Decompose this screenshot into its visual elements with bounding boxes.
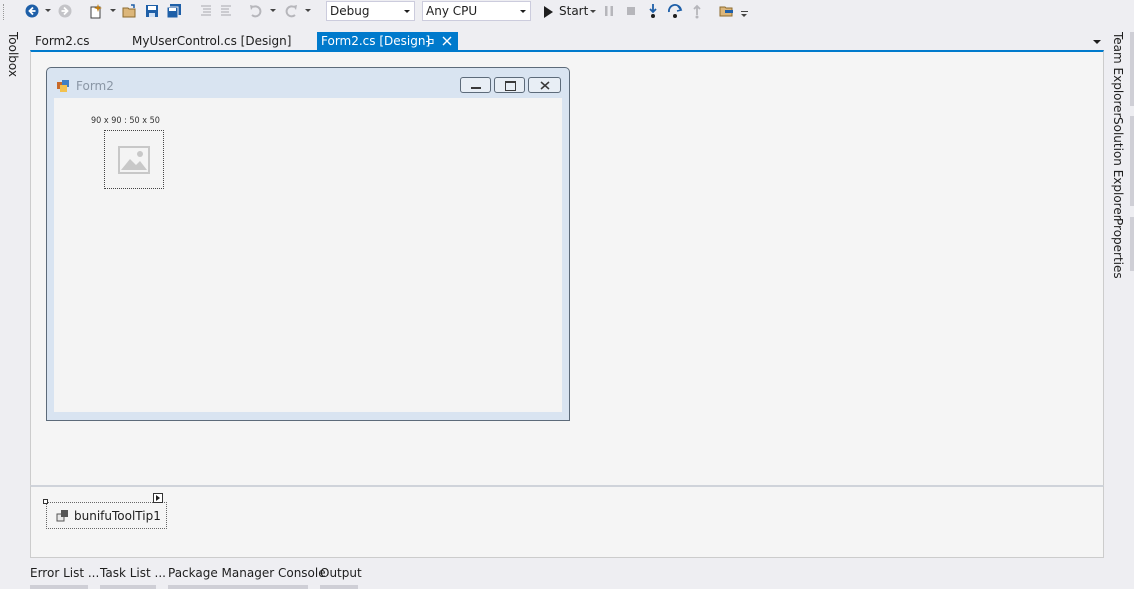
new-project-icon[interactable] — [88, 3, 104, 19]
right-tool-strip: Team Explorer Solution Explorer Properti… — [1106, 28, 1134, 589]
pause-icon[interactable] — [601, 3, 617, 19]
component-tray — [30, 485, 1104, 558]
tab-myusercontrol-design[interactable]: MyUserControl.cs [Design] — [128, 32, 295, 50]
maximize-icon — [505, 81, 516, 91]
image-placeholder-icon — [118, 146, 150, 174]
new-project-dropdown-icon[interactable] — [110, 9, 116, 12]
tab-indicator — [100, 585, 156, 589]
toolbar-overflow-icon[interactable] — [741, 11, 748, 12]
component-name: bunifuToolTip1 — [74, 509, 161, 523]
bunifu-tooltip-component[interactable]: bunifuToolTip1 — [46, 502, 167, 529]
error-list-tab[interactable]: Error List ... — [30, 566, 99, 580]
form-maximize-button[interactable] — [494, 77, 525, 93]
toolbar-grip — [3, 4, 7, 20]
toolbox-tab[interactable]: Toolbox — [6, 32, 20, 77]
tab-label: Form2.cs [Design] — [321, 34, 431, 48]
step-out-icon[interactable] — [689, 3, 705, 19]
find-in-files-icon[interactable] — [719, 3, 735, 19]
component-icon — [56, 510, 68, 522]
navigate-back-dropdown-icon[interactable] — [45, 9, 51, 12]
solution-explorer-tab[interactable]: Solution Explorer — [1111, 117, 1125, 220]
toolbar-overflow-arrow-icon[interactable] — [741, 14, 747, 17]
tab-indicator — [1130, 32, 1134, 106]
form-title: Form2 — [76, 79, 114, 93]
tab-indicator — [1130, 217, 1134, 271]
solution-configuration-value: Debug — [330, 4, 370, 18]
tab-indicator — [30, 585, 88, 589]
undo-dropdown-icon[interactable] — [270, 9, 276, 12]
smart-tag-arrow-icon — [156, 495, 160, 501]
chevron-down-icon — [404, 10, 410, 13]
navigate-forward-icon[interactable] — [57, 3, 73, 19]
smart-tag-button[interactable] — [153, 493, 163, 503]
open-file-icon[interactable] — [122, 3, 138, 19]
uncomment-lines-icon[interactable] — [218, 3, 234, 19]
form-icon — [57, 80, 69, 92]
tab-label: MyUserControl.cs [Design] — [132, 34, 292, 48]
save-icon[interactable] — [144, 3, 160, 19]
stop-icon[interactable] — [623, 3, 639, 19]
task-list-tab[interactable]: Task List ... — [100, 566, 166, 580]
close-icon — [540, 81, 550, 90]
minimize-icon — [471, 87, 481, 89]
tab-overflow-chevron-icon[interactable] — [1093, 40, 1101, 44]
redo-dropdown-icon[interactable] — [305, 9, 311, 12]
play-icon — [544, 6, 553, 18]
solution-configuration-select[interactable]: Debug — [326, 1, 415, 21]
form-minimize-button[interactable] — [460, 77, 491, 93]
pin-icon[interactable] — [426, 37, 435, 46]
tab-indicator — [168, 585, 308, 589]
form-close-button[interactable] — [528, 77, 561, 93]
save-all-icon[interactable] — [166, 3, 182, 19]
selection-handle[interactable] — [43, 499, 48, 504]
close-icon[interactable] — [442, 36, 452, 46]
step-into-icon[interactable] — [645, 3, 661, 19]
main-toolbar: Debug Any CPU Start — [0, 0, 1134, 24]
tab-form2-cs[interactable]: Form2.cs — [31, 32, 94, 50]
tab-indicator — [1130, 116, 1134, 206]
chevron-down-icon — [520, 10, 526, 13]
solution-platform-select[interactable]: Any CPU — [422, 1, 531, 21]
tab-indicator — [320, 585, 358, 589]
package-manager-console-tab[interactable]: Package Manager Console — [168, 566, 326, 580]
picture-box[interactable] — [104, 130, 164, 189]
picture-box-size-label: 90 x 90 : 50 x 50 — [91, 116, 160, 126]
comment-lines-icon[interactable] — [198, 3, 214, 19]
undo-icon[interactable] — [248, 3, 264, 19]
solution-platform-value: Any CPU — [426, 4, 478, 18]
properties-tab[interactable]: Properties — [1111, 218, 1125, 279]
tab-form2-design[interactable]: Form2.cs [Design] — [317, 32, 458, 50]
team-explorer-tab[interactable]: Team Explorer — [1111, 32, 1125, 118]
step-over-icon[interactable] — [667, 3, 683, 19]
redo-icon[interactable] — [283, 3, 299, 19]
output-tab[interactable]: Output — [320, 566, 362, 580]
tab-label: Form2.cs — [35, 34, 90, 48]
start-label: Start — [559, 4, 589, 18]
start-dropdown-icon — [590, 10, 596, 13]
navigate-back-icon[interactable] — [24, 3, 40, 19]
left-tool-strip: Toolbox — [0, 28, 26, 589]
